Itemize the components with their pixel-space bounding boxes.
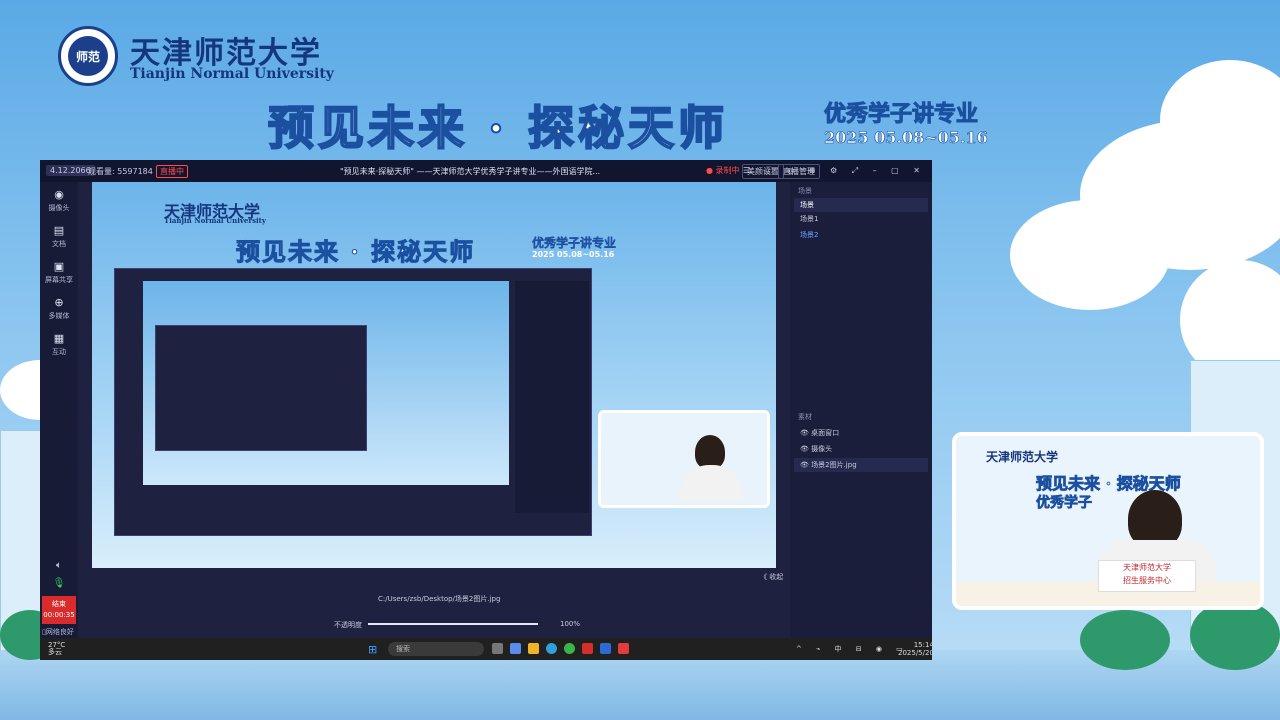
- material-item-selected[interactable]: 👁︎ 场景2图片.jpg: [794, 458, 928, 472]
- toolbar-label: 摄像头: [48, 204, 70, 212]
- opacity-slider[interactable]: [368, 623, 538, 625]
- cloud: [1010, 200, 1170, 310]
- view-count: 观看量: 5597184: [88, 167, 153, 176]
- material-label: 摄像头: [811, 445, 833, 453]
- windows-taskbar: 27°C 多云 ⊞ 搜索 ^ ⌁ 中 ⊟ ◉ ▭ 15:14 2025/5/20: [40, 638, 932, 660]
- scene-item-selected[interactable]: 场景2: [794, 228, 928, 242]
- system-tray[interactable]: ^ ⌁ 中 ⊟ ◉ ▭: [796, 644, 909, 654]
- weather-widget[interactable]: 27°C 多云: [48, 642, 65, 656]
- material-item[interactable]: 👁︎ 桌面窗口: [794, 426, 928, 440]
- preview-event-title: 预见未来 · 探秘天师: [235, 237, 476, 267]
- material-label: 场景2图片.jpg: [811, 461, 857, 469]
- grid-icon: ▦: [53, 332, 65, 345]
- opacity-value: 100%: [560, 620, 581, 628]
- university-name-en: Tianjin Normal University: [130, 66, 334, 82]
- preview-camera-frame: [598, 410, 770, 508]
- weather-desc: 多云: [48, 648, 62, 656]
- wps-icon[interactable]: [582, 643, 593, 654]
- nested-window: [155, 325, 367, 451]
- file-explorer-icon[interactable]: [528, 643, 539, 654]
- material-item[interactable]: 👁︎ 摄像头: [794, 442, 928, 456]
- stream-duration: 00:00:35: [43, 611, 75, 619]
- properties-area: 《 收起 C:/Users/zsb/Desktop/场景2图片.jpg 不透明度…: [78, 568, 790, 638]
- university-logo: 师范: [58, 26, 118, 86]
- stream-title: "预见未来·探秘天师" ——天津师范大学优秀学子讲专业——外国语学院...: [340, 167, 601, 176]
- toolbar-label: 互动: [52, 348, 66, 356]
- ground: [0, 650, 1280, 720]
- clock[interactable]: 15:14 2025/5/20: [898, 641, 932, 657]
- camera-event-subtitle: 优秀学子: [1036, 495, 1093, 512]
- stream-preview[interactable]: 天津师范大学 Tianjin Normal University 预见未来 · …: [92, 182, 776, 568]
- logo-text: 师范: [68, 36, 108, 76]
- clock-time: 15:14: [913, 641, 932, 649]
- toolbar-interact[interactable]: ▦ 互动: [40, 332, 78, 357]
- window-controls-icon[interactable]: ☰ ⓘ ◎ ⊕ ⚙ ⤢ – ▢ ✕: [743, 165, 926, 176]
- network-status: ▯网络良好: [42, 628, 74, 636]
- material-header: 素材: [798, 413, 812, 421]
- preview-university-en: Tianjin Normal University: [164, 216, 266, 225]
- scene-panel: 场景 场景 场景1 场景2 素材 👁︎ 桌面窗口 👁︎ 摄像头 👁︎ 场景2图片…: [790, 182, 932, 660]
- windows-start-icon[interactable]: ⊞: [368, 643, 377, 656]
- sign-university: 天津师范大学: [1123, 563, 1171, 572]
- live-badge: 直播中: [156, 165, 188, 178]
- scene-group[interactable]: 场景: [794, 198, 928, 212]
- toolbar-camera[interactable]: ◉ 摄像头: [40, 188, 78, 213]
- title-bar: 4.12.2066 观看量: 5597184 直播中 "预见未来·探秘天师" —…: [40, 160, 932, 182]
- taskview-icon[interactable]: [492, 643, 503, 654]
- toolbar-label: 多媒体: [48, 312, 70, 320]
- record-indicator[interactable]: ● 录制中: [706, 165, 740, 176]
- presenter-head: [695, 435, 725, 469]
- event-date-range: 2025 05.08~05.16: [824, 128, 988, 148]
- taskbar-search[interactable]: 搜索: [388, 642, 484, 656]
- toolbar-label: 文档: [52, 240, 66, 248]
- media-icon: ⊕: [54, 296, 64, 309]
- speaker-icon[interactable]: 🔈︎: [40, 560, 78, 571]
- tree: [1190, 600, 1280, 670]
- streaming-app-icon[interactable]: [618, 643, 629, 654]
- opacity-label: 不透明度: [334, 621, 362, 629]
- desk-sign: 天津师范大学 招生服务中心: [1098, 560, 1196, 592]
- tree: [1080, 610, 1170, 670]
- toolbar-label: 屏幕共享: [45, 276, 73, 284]
- clock-date: 2025/5/20: [898, 649, 932, 657]
- app-icon[interactable]: [600, 643, 611, 654]
- toolbar-screen-share[interactable]: ▣ 屏幕共享: [40, 260, 78, 285]
- left-toolbar: ◉ 摄像头 ▤ 文档 ▣ 屏幕共享 ⊕ 多媒体 ▦ 互动 🔈︎ 🎙︎ 结束 00…: [40, 182, 78, 660]
- material-label: 桌面窗口: [811, 429, 840, 437]
- document-icon: ▤: [53, 224, 65, 237]
- collapse-button[interactable]: 《 收起: [760, 572, 783, 582]
- screen-share-icon: ▣: [53, 260, 65, 273]
- end-label: 结束: [52, 600, 66, 608]
- camera-university-cn: 天津师范大学: [986, 450, 1059, 464]
- preview-event-subtitle: 优秀学子讲专业: [532, 236, 617, 250]
- toolbar-document[interactable]: ▤ 文档: [40, 224, 78, 249]
- chrome-icon[interactable]: [564, 643, 575, 654]
- camera-icon: ◉: [54, 188, 64, 201]
- recursive-screen-capture: [114, 268, 592, 536]
- event-subtitle: 优秀学子讲专业: [823, 101, 979, 128]
- presenter-body: [679, 465, 743, 501]
- scene-header: 场景: [798, 187, 812, 195]
- streaming-app-window: 4.12.2066 观看量: 5597184 直播中 "预见未来·探秘天师" —…: [40, 160, 932, 660]
- opacity-slider-fill: [368, 623, 538, 625]
- sign-department: 招生服务中心: [1123, 576, 1171, 585]
- microphone-icon[interactable]: 🎙︎: [40, 578, 78, 589]
- camera-overlay: 天津师范大学 预见未来 · 探秘天师 优秀学子 天津师范大学 招生服务中心: [952, 432, 1264, 610]
- preview-date: 2025 05.08~05.16: [532, 250, 615, 259]
- file-path: C:/Users/zsb/Desktop/场景2图片.jpg: [378, 595, 501, 603]
- toolbar-media[interactable]: ⊕ 多媒体: [40, 296, 78, 321]
- end-stream-button[interactable]: 结束 00:00:35: [42, 596, 76, 624]
- event-title: 预见未来 · 探秘天师: [267, 100, 729, 156]
- meet-icon[interactable]: [510, 643, 521, 654]
- nested-side-panel: [515, 281, 589, 513]
- scene-item[interactable]: 场景1: [794, 212, 928, 226]
- edge-icon[interactable]: [546, 643, 557, 654]
